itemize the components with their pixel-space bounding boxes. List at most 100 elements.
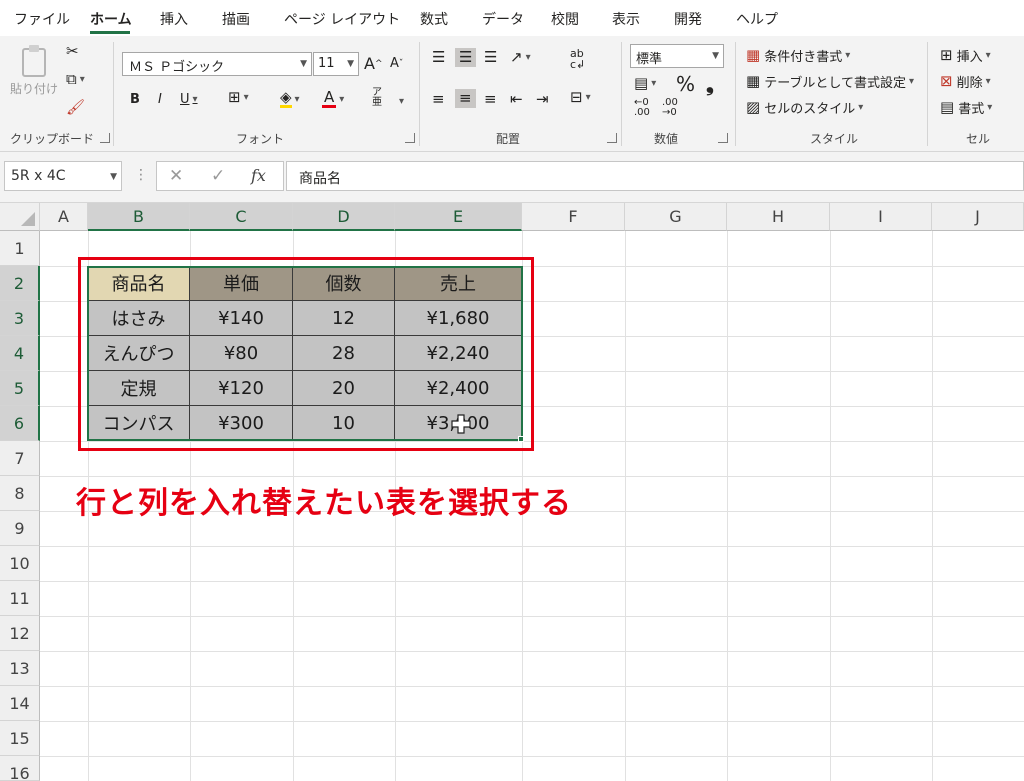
table-cell[interactable]: ¥1,680 [395, 301, 522, 336]
column-header-g[interactable]: G [625, 203, 727, 231]
align-top-button[interactable]: ☰ [432, 50, 445, 65]
phonetic-button[interactable]: ア亜 [372, 88, 382, 108]
font-launcher-icon[interactable] [405, 133, 415, 143]
more-options-icon[interactable]: ⋮ [134, 167, 148, 183]
decrease-decimal-button[interactable]: .00 →0 [662, 98, 678, 118]
row-header-3[interactable]: 3 [0, 301, 40, 336]
cancel-icon[interactable]: ✕ [169, 166, 183, 186]
table-cell[interactable]: はさみ [88, 301, 190, 336]
format-cells-button[interactable]: ▤ 書式 ▾ [940, 98, 992, 118]
column-header-c[interactable]: C [190, 203, 293, 231]
tab-page-layout[interactable]: ページ レイアウト [284, 9, 400, 29]
table-cell[interactable]: ¥2,240 [395, 336, 522, 371]
row-header-9[interactable]: 9 [0, 511, 40, 546]
table-header-cell[interactable]: 商品名 [88, 266, 190, 301]
align-bottom-button[interactable]: ☰ [484, 50, 497, 65]
cut-button[interactable]: ✂ [66, 44, 79, 59]
enter-check-icon[interactable]: ✓ [211, 166, 225, 186]
table-header-cell[interactable]: 単価 [190, 266, 293, 301]
alignment-launcher-icon[interactable] [607, 133, 617, 143]
table-cell[interactable]: ¥120 [190, 371, 293, 406]
increase-indent-button[interactable]: ⇥ [536, 92, 549, 107]
table-cell[interactable]: 20 [293, 371, 395, 406]
table-cell[interactable]: ¥80 [190, 336, 293, 371]
row-header-7[interactable]: 7 [0, 441, 40, 476]
table-cell[interactable]: ¥300 [190, 406, 293, 441]
copy-button[interactable]: ⧉ ▾ [66, 72, 85, 87]
format-painter-button[interactable]: 🖌 [66, 100, 85, 115]
delete-cells-button[interactable]: ⊠ 削除 ▾ [940, 72, 991, 92]
table-cell[interactable]: ¥2,400 [395, 371, 522, 406]
align-right-button[interactable]: ≡ [484, 92, 497, 107]
tab-review[interactable]: 校閲 [551, 9, 579, 29]
row-header-14[interactable]: 14 [0, 686, 40, 721]
tab-view[interactable]: 表示 [612, 9, 640, 29]
format-as-table-button[interactable]: ▦ テーブルとして書式設定 ▾ [746, 72, 914, 92]
align-center-button[interactable]: ≡ [455, 89, 476, 108]
paste-button[interactable]: 貼り付け [10, 44, 58, 97]
accounting-format-button[interactable]: ▤ ▾ [634, 76, 656, 91]
column-header-f[interactable]: F [522, 203, 625, 231]
table-cell[interactable]: 10 [293, 406, 395, 441]
row-header-1[interactable]: 1 [0, 231, 40, 266]
clipboard-launcher-icon[interactable] [100, 133, 110, 143]
row-header-13[interactable]: 13 [0, 651, 40, 686]
table-header-cell[interactable]: 個数 [293, 266, 395, 301]
table-cell[interactable]: 12 [293, 301, 395, 336]
number-format-select[interactable]: 標準 ▼ [630, 44, 724, 68]
name-box[interactable]: 5R x 4C ▼ [4, 161, 122, 191]
font-color-button[interactable]: A ▾ [322, 90, 344, 108]
tab-developer[interactable]: 開発 [674, 9, 702, 29]
row-header-5[interactable]: 5 [0, 371, 40, 406]
column-header-h[interactable]: H [727, 203, 830, 231]
row-header-12[interactable]: 12 [0, 616, 40, 651]
table-header-cell[interactable]: 売上 [395, 266, 522, 301]
increase-decimal-button[interactable]: ←0.00 [634, 98, 650, 118]
row-header-15[interactable]: 15 [0, 721, 40, 756]
row-header-2[interactable]: 2 [0, 266, 40, 301]
merge-center-button[interactable]: ⊟ ▾ [570, 90, 591, 105]
formula-input[interactable]: 商品名 [286, 161, 1024, 191]
table-cell[interactable]: コンパス [88, 406, 190, 441]
comma-style-button[interactable]: ❟ [706, 72, 714, 96]
column-header-e[interactable]: E [395, 203, 522, 231]
table-cell[interactable]: 定規 [88, 371, 190, 406]
underline-button[interactable]: U ▾ [180, 92, 198, 107]
chevron-down-icon[interactable]: ▾ [399, 96, 404, 107]
table-cell[interactable]: ¥140 [190, 301, 293, 336]
table-cell[interactable]: えんぴつ [88, 336, 190, 371]
column-header-i[interactable]: I [830, 203, 932, 231]
align-middle-button[interactable]: ☰ [455, 48, 477, 67]
bold-button[interactable]: B [130, 92, 140, 107]
fill-color-button[interactable]: ◈ ▾ [280, 90, 300, 108]
tab-insert[interactable]: 挿入 [160, 9, 188, 29]
align-left-button[interactable]: ≡ [432, 92, 445, 107]
tab-file[interactable]: ファイル [14, 9, 70, 29]
insert-function-icon[interactable]: fx [251, 166, 266, 185]
tab-data[interactable]: データ [482, 9, 524, 29]
column-header-b[interactable]: B [88, 203, 190, 231]
insert-cells-button[interactable]: ⊞ 挿入 ▾ [940, 46, 991, 66]
row-header-6[interactable]: 6 [0, 406, 40, 441]
font-family-select[interactable]: ＭＳ Ｐゴシック ▼ [122, 52, 312, 76]
borders-button[interactable]: ⊞ ▾ [228, 90, 249, 105]
column-header-a[interactable]: A [40, 203, 88, 231]
orientation-button[interactable]: ↗ ▾ [510, 50, 531, 65]
tab-draw[interactable]: 描画 [222, 9, 250, 29]
cell-styles-button[interactable]: ▨ セルのスタイル ▾ [746, 98, 863, 118]
number-launcher-icon[interactable] [718, 133, 728, 143]
select-all-button[interactable] [0, 203, 40, 231]
row-header-11[interactable]: 11 [0, 581, 40, 616]
font-size-select[interactable]: 11 ▼ [313, 52, 359, 76]
wrap-text-button[interactable]: ab c↲ [570, 48, 585, 70]
column-header-j[interactable]: J [932, 203, 1024, 231]
tab-help[interactable]: ヘルプ [736, 9, 778, 29]
row-header-4[interactable]: 4 [0, 336, 40, 371]
shrink-font-button[interactable]: Aˇ [390, 56, 403, 71]
decrease-indent-button[interactable]: ⇤ [510, 92, 523, 107]
row-header-8[interactable]: 8 [0, 476, 40, 511]
conditional-formatting-button[interactable]: ▦ 条件付き書式 ▾ [746, 46, 850, 66]
tab-home[interactable]: ホーム [90, 9, 132, 29]
table-cell[interactable]: 28 [293, 336, 395, 371]
grow-font-button[interactable]: A ^ [364, 54, 383, 73]
